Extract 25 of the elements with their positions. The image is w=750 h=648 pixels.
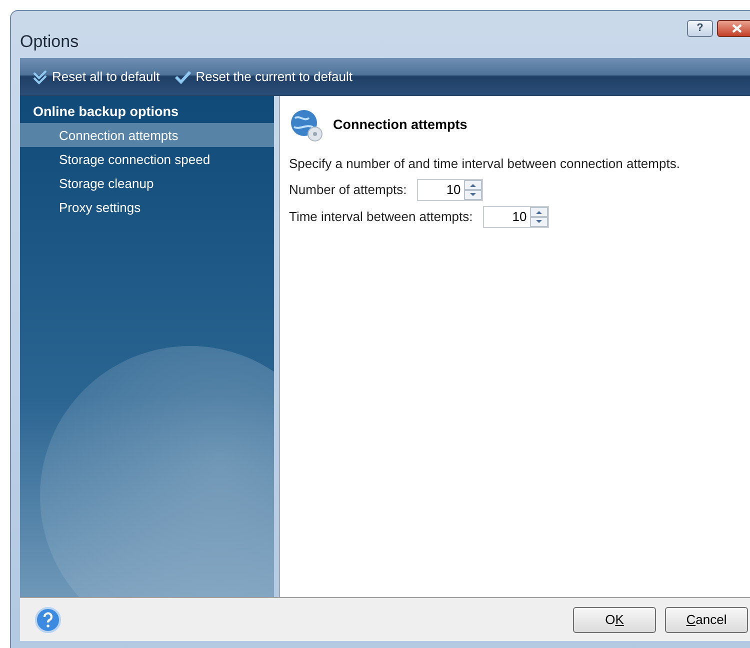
sidebar-group-title: Online backup options xyxy=(32,103,180,121)
help-button[interactable]: ? xyxy=(687,20,713,37)
spin-arrows-icon xyxy=(464,180,482,200)
number-spinner[interactable]: 10 xyxy=(416,178,483,200)
spin-arrows-icon xyxy=(530,206,548,226)
close-button[interactable] xyxy=(717,20,750,37)
reset-button[interactable]: Reset all to default xyxy=(32,66,160,86)
dialog-button[interactable]: Cancel xyxy=(665,606,748,632)
field-label: Time interval between attempts: xyxy=(289,208,473,226)
dialog-button[interactable]: OK xyxy=(573,606,656,632)
sidebar-item[interactable]: Storage connection speed xyxy=(20,147,274,172)
window-title: Options xyxy=(20,30,79,53)
description-text: Specify a number of and time interval between connection attempts. xyxy=(289,155,681,173)
sidebar-item[interactable]: Storage cleanup xyxy=(20,171,274,196)
reset-button[interactable]: Reset the current to default xyxy=(174,66,352,86)
close-icon xyxy=(732,24,742,33)
sidebar-item[interactable]: Connection attempts xyxy=(20,123,274,148)
help-icon[interactable] xyxy=(34,606,62,634)
globe-gear-icon xyxy=(289,108,323,142)
double-check-icon xyxy=(32,68,48,84)
sidebar-item[interactable]: Proxy settings xyxy=(20,195,274,220)
check-icon xyxy=(174,68,192,84)
number-spinner[interactable]: 10 xyxy=(482,206,549,228)
field-label: Number of attempts: xyxy=(289,180,407,199)
section-title: Connection attempts xyxy=(333,116,468,134)
